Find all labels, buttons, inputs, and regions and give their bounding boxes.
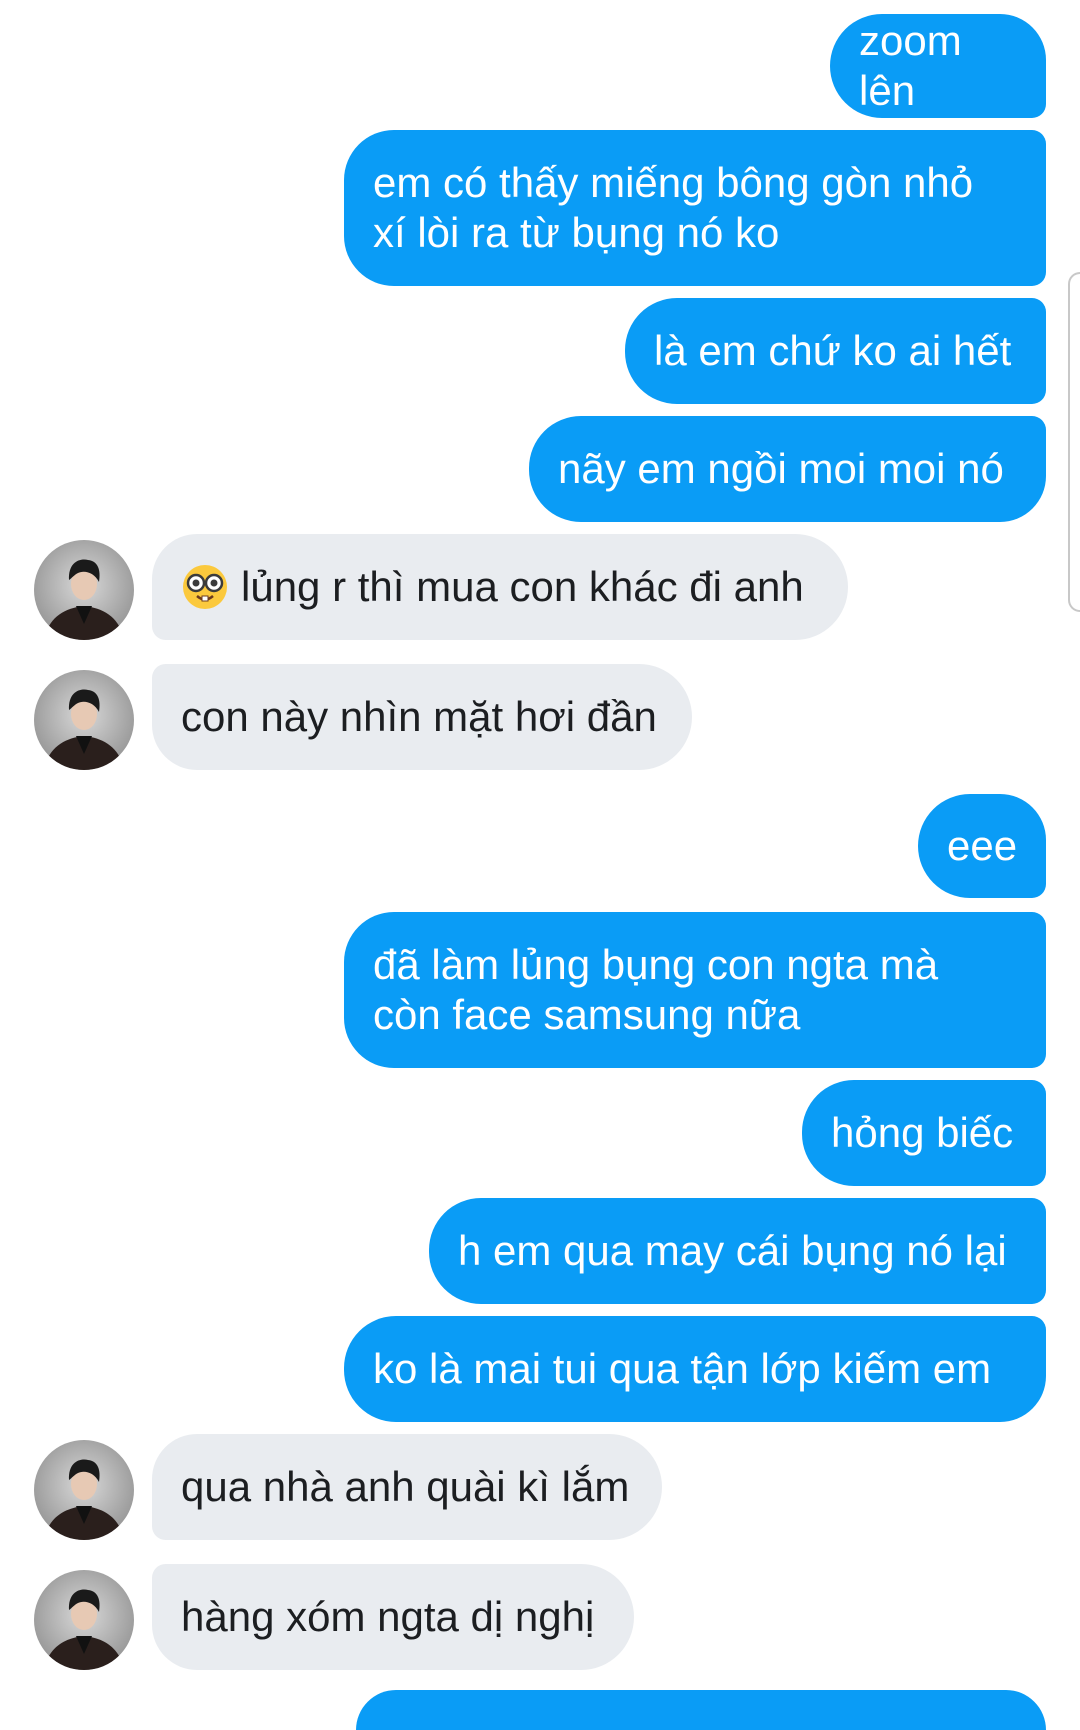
message-text: đã làm lủng bụng con ngta mà còn face sa… [373, 941, 950, 1038]
outgoing-message-partial[interactable] [356, 1690, 1046, 1730]
message-text: hỏng biếc [831, 1109, 1014, 1156]
outgoing-message[interactable]: ko là mai tui qua tận lớp kiếm em [344, 1316, 1046, 1422]
nerd-face-icon [183, 565, 227, 609]
message-text: zoom lên [859, 17, 974, 114]
outgoing-message[interactable]: eee [918, 794, 1046, 898]
outgoing-message[interactable]: zoom lên [830, 14, 1046, 118]
avatar-photo [44, 1589, 124, 1670]
incoming-message[interactable]: con này nhìn mặt hơi đần [152, 664, 692, 770]
message-text: qua nhà anh quài kì lắm [181, 1463, 630, 1510]
incoming-message[interactable]: lủng r thì mua con khác đi anh [152, 534, 848, 640]
outgoing-message[interactable]: h em qua may cái bụng nó lại [429, 1198, 1046, 1304]
message-text: em có thấy miếng bông gòn nhỏ xí lòi ra … [373, 159, 985, 256]
incoming-message[interactable]: hàng xóm ngta dị nghị [152, 1564, 634, 1670]
scroll-handle[interactable] [1068, 272, 1080, 612]
outgoing-message[interactable]: đã làm lủng bụng con ngta mà còn face sa… [344, 912, 1046, 1068]
message-text: h em qua may cái bụng nó lại [458, 1227, 1007, 1274]
contact-avatar[interactable] [34, 670, 134, 770]
message-text: nãy em ngồi moi moi nó [558, 445, 1004, 492]
contact-avatar[interactable] [34, 1570, 134, 1670]
message-text: con này nhìn mặt hơi đần [181, 693, 657, 740]
outgoing-message[interactable]: hỏng biếc [802, 1080, 1046, 1186]
avatar-photo [44, 1459, 124, 1540]
message-text: ko là mai tui qua tận lớp kiếm em [373, 1345, 992, 1392]
message-text: hàng xóm ngta dị nghị [181, 1593, 595, 1640]
outgoing-message[interactable]: em có thấy miếng bông gòn nhỏ xí lòi ra … [344, 130, 1046, 286]
incoming-message[interactable]: qua nhà anh quài kì lắm [152, 1434, 662, 1540]
message-text: lủng r thì mua con khác đi anh [241, 563, 804, 610]
message-text: là em chứ ko ai hết [654, 327, 1012, 374]
message-thread: zoom lên em có thấy miếng bông gòn nhỏ x… [0, 0, 1080, 1730]
message-text: eee [947, 822, 1018, 869]
avatar-photo [44, 559, 124, 640]
outgoing-message[interactable]: là em chứ ko ai hết [625, 298, 1046, 404]
outgoing-message[interactable]: nãy em ngồi moi moi nó [529, 416, 1046, 522]
contact-avatar[interactable] [34, 1440, 134, 1540]
avatar-photo [44, 689, 124, 770]
contact-avatar[interactable] [34, 540, 134, 640]
